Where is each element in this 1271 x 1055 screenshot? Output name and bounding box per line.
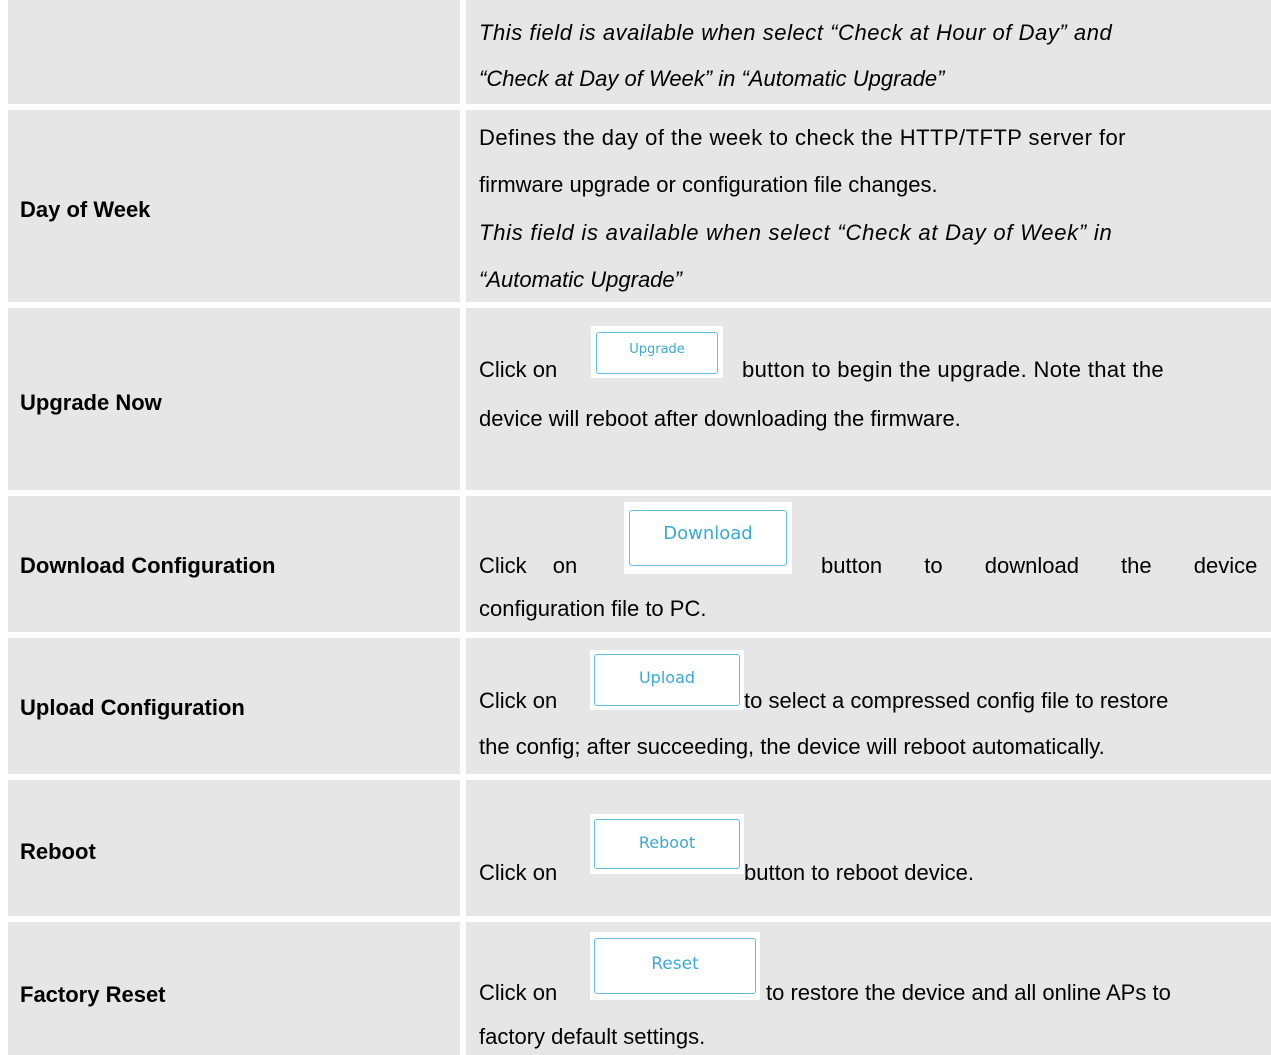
button-image-frame: Upgrade bbox=[591, 326, 723, 378]
description-text: the config; after succeeding, the device… bbox=[479, 734, 1105, 759]
button-image-frame: Upload bbox=[590, 650, 744, 710]
parameter-cell bbox=[8, 0, 460, 104]
table-row: Factory Reset Click on Reset to restore … bbox=[8, 922, 1271, 1055]
description-cell: Click on Reset to restore the device and… bbox=[466, 922, 1271, 1055]
parameter-cell: Day of Week bbox=[8, 110, 460, 302]
description-text: to restore the device and all online APs… bbox=[766, 980, 1171, 1005]
button-label: Reboot bbox=[638, 833, 696, 852]
button-label: Upgrade bbox=[629, 342, 685, 357]
button-label: Upload bbox=[638, 668, 696, 687]
description-cell: Click on Upgrade button to begin the upg… bbox=[466, 308, 1271, 490]
parameter-label: Reboot bbox=[20, 839, 96, 864]
description-text: to select a compressed config file to re… bbox=[744, 688, 1169, 713]
description-cell: Click on Reboot button to reboot device. bbox=[466, 780, 1271, 916]
parameter-cell: Factory Reset bbox=[8, 922, 460, 1055]
description-text: button to download the device bbox=[821, 553, 1258, 578]
table-row: Upgrade Now Click on Upgrade button to b… bbox=[8, 308, 1271, 490]
description-text: Click on bbox=[479, 357, 558, 382]
table-row: Download Configuration Click on Download… bbox=[8, 496, 1271, 632]
parameter-label: Day of Week bbox=[20, 197, 151, 222]
upgrade-button[interactable]: Upgrade bbox=[596, 332, 718, 374]
description-cell: Click on Upload to select a compressed c… bbox=[466, 638, 1271, 774]
description-text: button to reboot device. bbox=[744, 860, 974, 885]
description-cell: Defines the day of the week to check the… bbox=[466, 110, 1271, 302]
description-text: Click on bbox=[479, 688, 558, 713]
note-line: “Check at Day of Week” in “Automatic Upg… bbox=[479, 66, 945, 91]
description-line: firmware upgrade or configuration file c… bbox=[479, 172, 938, 197]
note-line: “Automatic Upgrade” bbox=[479, 267, 682, 292]
description-cell: This field is available when select “Che… bbox=[466, 0, 1271, 104]
description-cell: Click on Download button to download the… bbox=[466, 496, 1271, 632]
parameter-cell: Upgrade Now bbox=[8, 308, 460, 490]
note-line: This field is available when select “Che… bbox=[479, 20, 1113, 45]
description-text: button to begin the upgrade. Note that t… bbox=[742, 357, 1165, 382]
description-text: configuration file to PC. bbox=[479, 596, 707, 621]
table-row: Upload Configuration Click on Upload to … bbox=[8, 638, 1271, 774]
button-label: Download bbox=[663, 523, 753, 544]
parameter-cell: Download Configuration bbox=[8, 496, 460, 632]
button-label: Reset bbox=[651, 954, 699, 974]
table-row: This field is available when select “Che… bbox=[8, 0, 1271, 104]
button-image-frame: Reboot bbox=[590, 814, 744, 874]
parameter-label: Download Configuration bbox=[20, 553, 276, 578]
button-image-frame: Download bbox=[624, 502, 792, 574]
reset-button[interactable]: Reset bbox=[594, 938, 756, 994]
table-row: Day of Week Defines the day of the week … bbox=[8, 110, 1271, 302]
parameter-label: Factory Reset bbox=[20, 982, 166, 1007]
description-line: Defines the day of the week to check the… bbox=[479, 125, 1126, 150]
download-button[interactable]: Download bbox=[629, 510, 787, 566]
parameter-cell: Upload Configuration bbox=[8, 638, 460, 774]
description-text: device will reboot after downloading the… bbox=[479, 406, 961, 431]
table-row: Reboot Click on Reboot button to reboot … bbox=[8, 780, 1271, 916]
description-text: factory default settings. bbox=[479, 1024, 706, 1049]
reboot-button[interactable]: Reboot bbox=[594, 819, 740, 869]
parameter-cell: Reboot bbox=[8, 780, 460, 916]
description-text: Click on bbox=[479, 860, 558, 885]
note-line: This field is available when select “Che… bbox=[479, 220, 1113, 245]
parameter-label: Upload Configuration bbox=[20, 695, 245, 720]
description-text: Click on bbox=[479, 980, 558, 1005]
upload-button[interactable]: Upload bbox=[594, 654, 740, 706]
description-text: Click on bbox=[479, 553, 578, 578]
parameter-label: Upgrade Now bbox=[20, 390, 162, 415]
button-image-frame: Reset bbox=[590, 932, 760, 1000]
